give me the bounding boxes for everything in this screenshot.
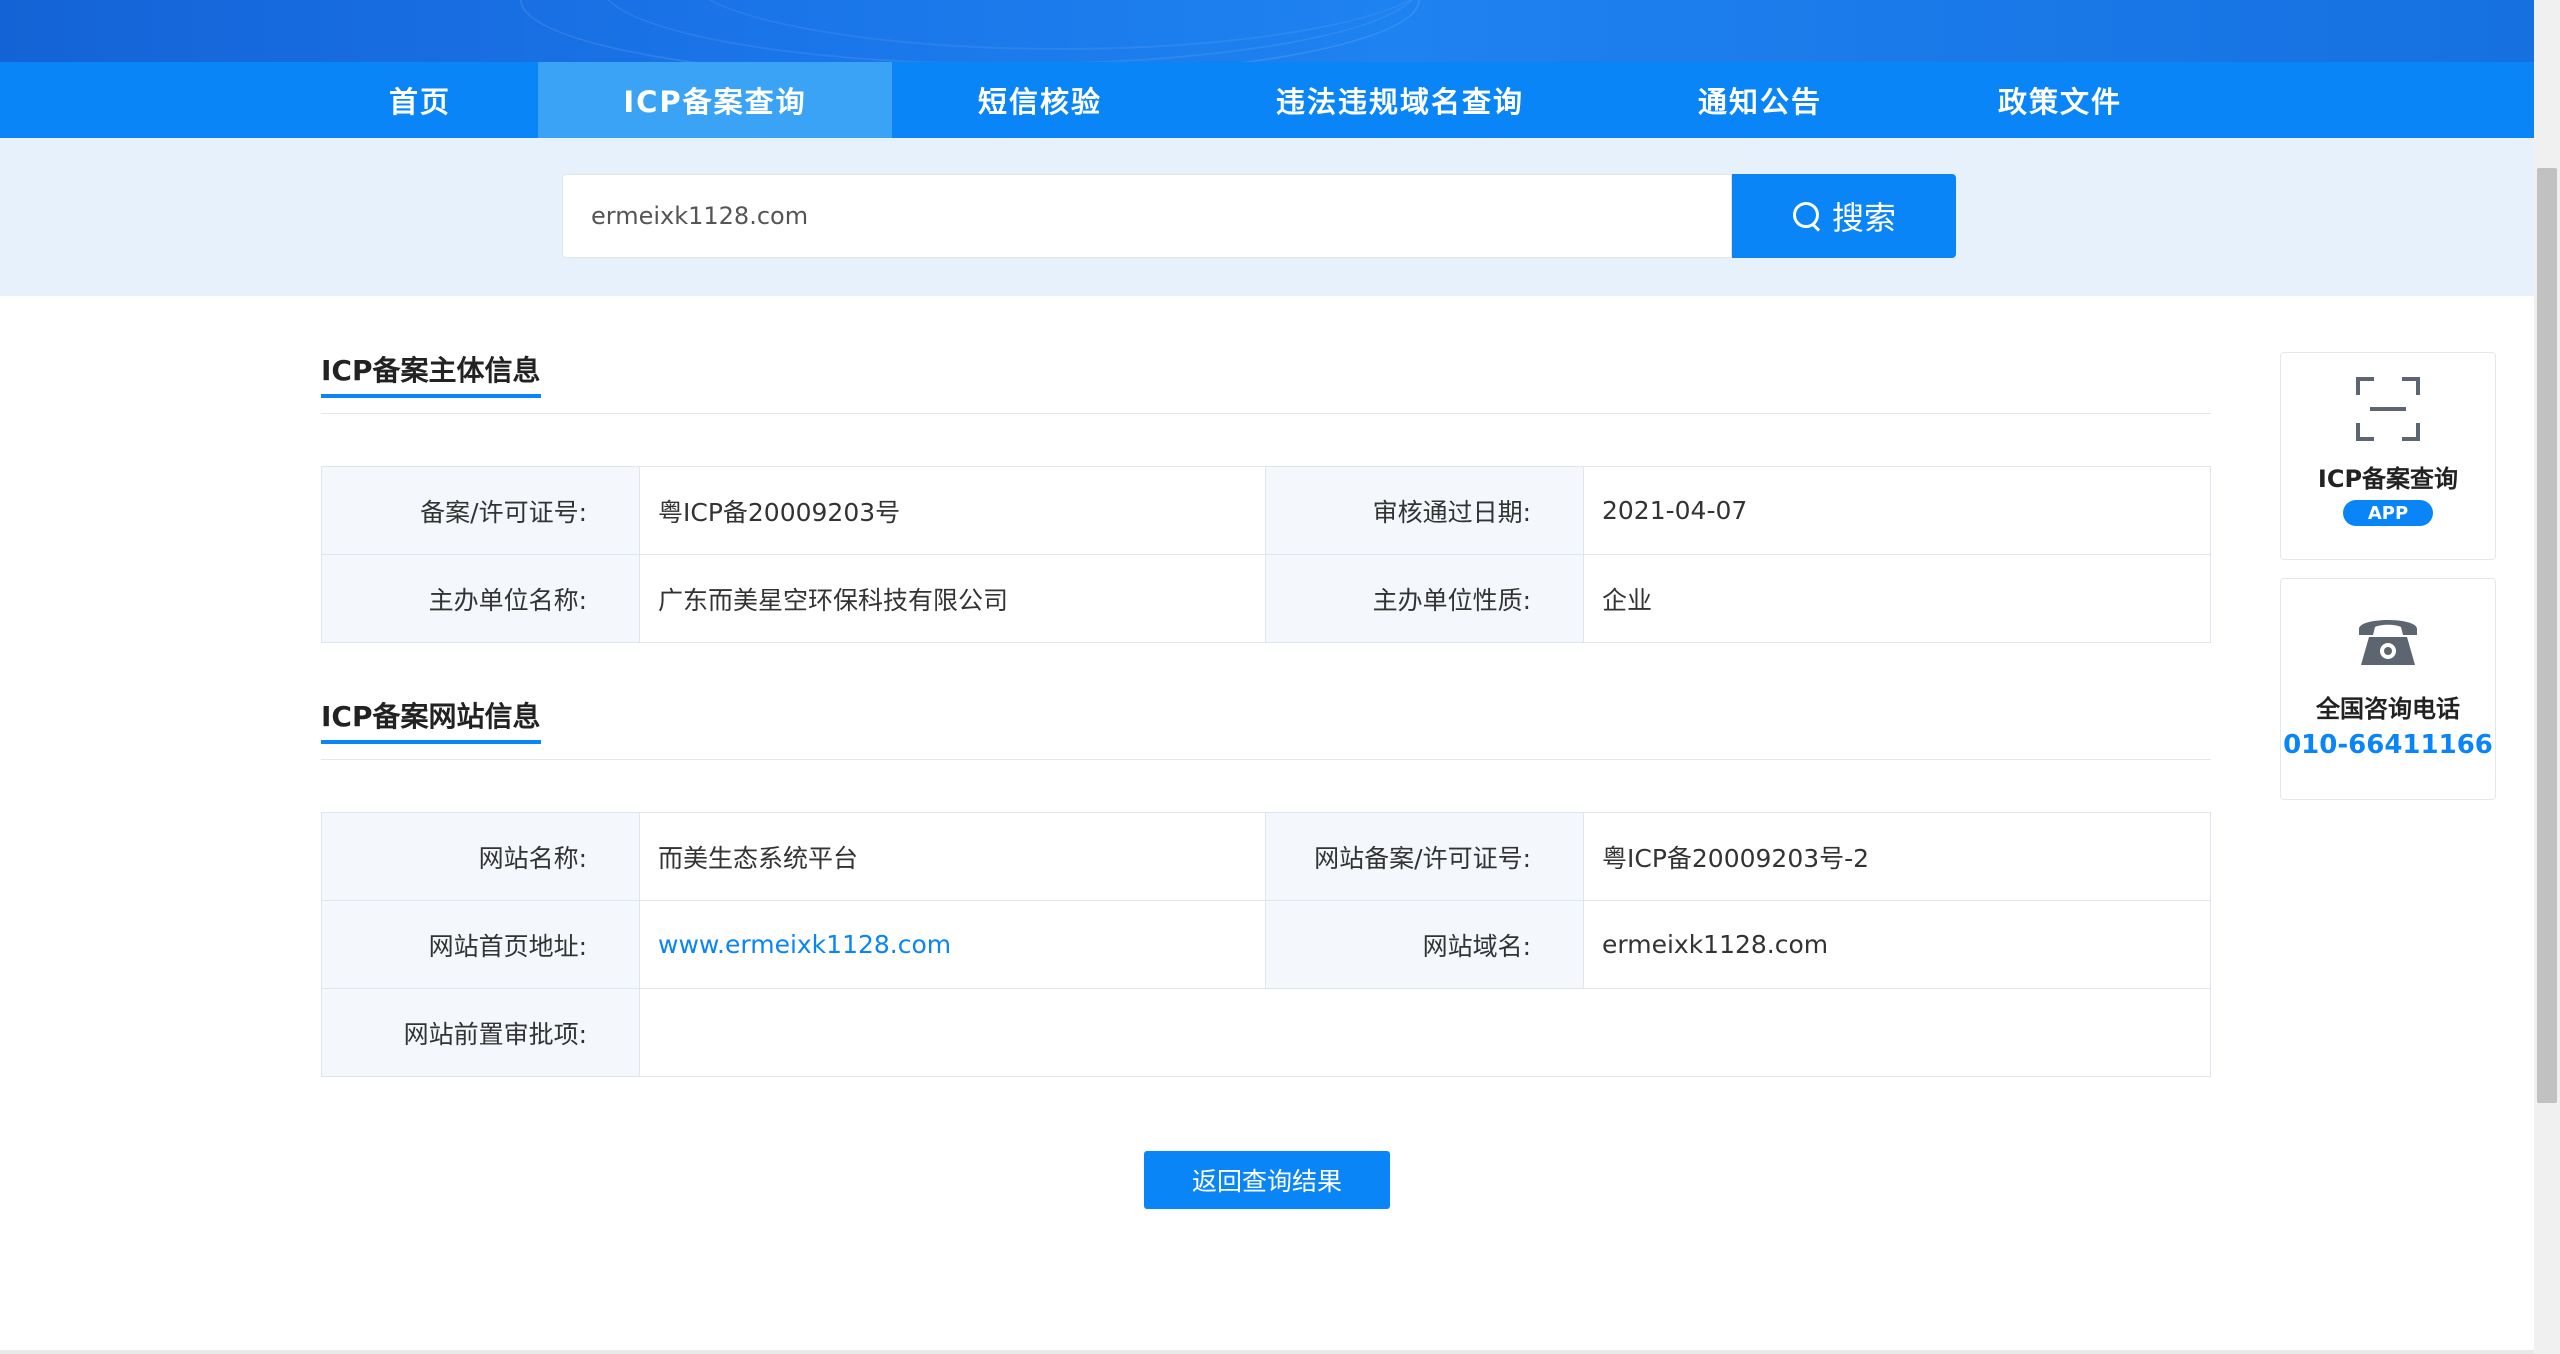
table-row: 网站首页地址: www.ermeixk1128.com 网站域名: ermeix…: [322, 901, 2210, 989]
hotline-widget: 全国咨询电话 010-66411166: [2280, 578, 2496, 800]
subject-section-header: ICP备案主体信息: [321, 352, 2211, 414]
icp-app-widget[interactable]: ICP备案查询 APP: [2280, 352, 2496, 560]
sponsor-type-label: 主办单位性质:: [1266, 555, 1584, 642]
nav-item-notices[interactable]: 通知公告: [1650, 62, 1870, 138]
record-number-value: 粤ICP备20009203号: [640, 467, 1266, 554]
pre-approval-value: [640, 989, 2210, 1076]
nav-item-illegal-domain[interactable]: 违法违规域名查询: [1240, 62, 1560, 138]
search-button[interactable]: 搜索: [1732, 174, 1956, 258]
subject-section-title: ICP备案主体信息: [321, 352, 541, 398]
sponsor-name-value: 广东而美星空环保科技有限公司: [640, 555, 1266, 642]
nav-item-policy[interactable]: 政策文件: [1950, 62, 2170, 138]
site-homepage-link[interactable]: www.ermeixk1128.com: [658, 930, 951, 959]
site-name-value: 而美生态系统平台: [640, 813, 1266, 900]
sponsor-name-label: 主办单位名称:: [322, 555, 640, 642]
table-row: 备案/许可证号: 粤ICP备20009203号 审核通过日期: 2021-04-…: [322, 467, 2210, 555]
nav-item-icp-query[interactable]: ICP备案查询: [538, 62, 892, 138]
table-row: 主办单位名称: 广东而美星空环保科技有限公司 主办单位性质: 企业: [322, 555, 2210, 643]
nav-item-sms-verify[interactable]: 短信核验: [930, 62, 1150, 138]
approval-date-value: 2021-04-07: [1602, 496, 1748, 525]
table-row: 网站名称: 而美生态系统平台 网站备案/许可证号: 粤ICP备20009203号…: [322, 813, 2210, 901]
app-badge: APP: [2343, 500, 2433, 526]
site-name-label: 网站名称:: [322, 813, 640, 900]
site-domain-label: 网站域名:: [1266, 901, 1584, 988]
site-record-number-label: 网站备案/许可证号:: [1266, 813, 1584, 900]
page-bottom-edge: [0, 1350, 2534, 1354]
main-nav: 首页 ICP备案查询 短信核验 违法违规域名查询 通知公告 政策文件: [0, 62, 2534, 138]
phone-icon: [2359, 620, 2417, 665]
website-info-table: 网站名称: 而美生态系统平台 网站备案/许可证号: 粤ICP备20009203号…: [321, 812, 2211, 1077]
site-homepage-cell: www.ermeixk1128.com: [640, 901, 1266, 988]
hotline-title: 全国咨询电话: [2316, 695, 2460, 723]
pre-approval-label: 网站前置审批项:: [322, 989, 640, 1076]
search-input[interactable]: [562, 174, 1732, 258]
website-section-header: ICP备案网站信息: [321, 698, 2211, 760]
subject-info-table: 备案/许可证号: 粤ICP备20009203号 审核通过日期: 2021-04-…: [321, 466, 2211, 643]
site-record-number-value: 粤ICP备20009203号-2: [1602, 843, 1870, 873]
search-band: 搜索: [0, 138, 2534, 296]
scrollbar-thumb[interactable]: [2537, 168, 2557, 1103]
site-homepage-label: 网站首页地址:: [322, 901, 640, 988]
hotline-number: 010-66411166: [2283, 730, 2493, 760]
top-banner: [0, 0, 2534, 62]
site-domain-value: ermeixk1128.com: [1602, 930, 1829, 959]
nav-item-home[interactable]: 首页: [320, 62, 520, 138]
sponsor-type-value: 企业: [1602, 585, 1653, 615]
app-widget-title: ICP备案查询: [2317, 465, 2459, 493]
search-icon: [1792, 201, 1822, 231]
approval-date-label: 审核通过日期:: [1266, 467, 1584, 554]
scan-icon: [2356, 377, 2420, 441]
search-button-label: 搜索: [1831, 199, 1896, 237]
website-section-title: ICP备案网站信息: [321, 698, 541, 744]
record-number-label: 备案/许可证号:: [322, 467, 640, 554]
return-results-button[interactable]: 返回查询结果: [1144, 1151, 1390, 1209]
table-row: 网站前置审批项:: [322, 989, 2210, 1077]
